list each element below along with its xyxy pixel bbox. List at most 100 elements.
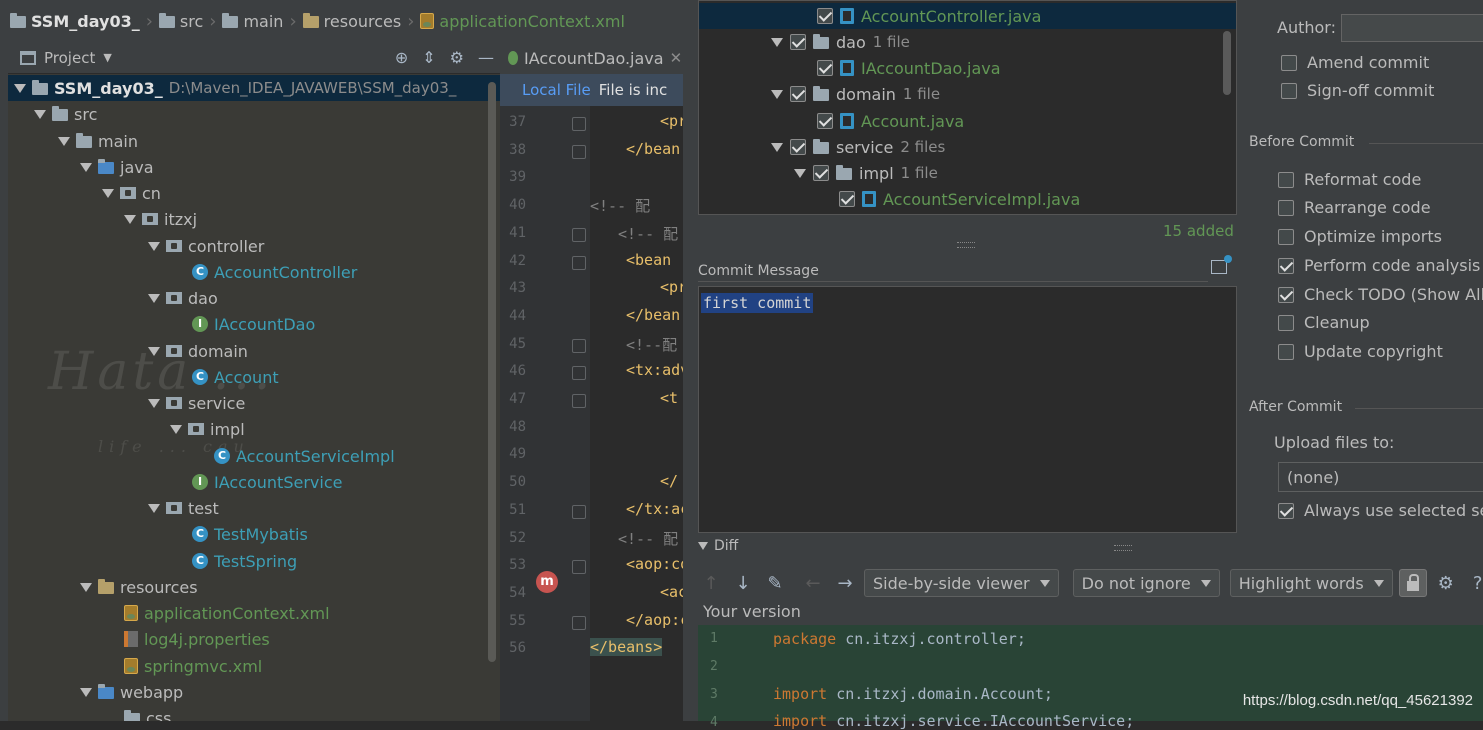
expand-arrow-icon[interactable] <box>14 83 26 93</box>
expand-arrow-icon[interactable] <box>771 142 783 152</box>
amend-commit-checkbox[interactable] <box>1281 54 1297 71</box>
change-checkbox[interactable] <box>790 34 806 50</box>
expand-arrow-icon[interactable] <box>80 582 92 592</box>
change-item[interactable]: impl 1 file <box>794 160 938 186</box>
tree-item-impl[interactable]: impl <box>170 416 245 442</box>
expand-arrow-icon[interactable] <box>148 503 160 513</box>
fold-marker-icon[interactable] <box>572 338 586 353</box>
change-item[interactable]: AccountServiceImpl.java <box>839 186 1080 212</box>
expand-arrow-icon[interactable] <box>771 89 783 99</box>
tree-item-webapp[interactable]: webapp <box>80 679 183 705</box>
change-item[interactable]: AccountController.java <box>699 3 1236 29</box>
change-checkbox[interactable] <box>817 60 833 76</box>
tree-item-java[interactable]: java <box>80 154 154 180</box>
lock-button[interactable] <box>1398 569 1427 597</box>
diff-header[interactable]: Diff <box>698 538 738 554</box>
expand-arrow-icon[interactable] <box>34 109 46 119</box>
change-checkbox[interactable] <box>817 113 833 129</box>
ignore-select[interactable]: Do not ignore <box>1072 569 1220 597</box>
change-item[interactable]: IAccountDao.java <box>817 55 1001 81</box>
fold-marker-icon[interactable] <box>572 255 586 270</box>
tree-item-service[interactable]: service <box>148 390 245 416</box>
expand-arrow-icon[interactable] <box>148 293 160 303</box>
fold-marker-icon[interactable] <box>572 560 586 575</box>
expand-arrow-icon[interactable] <box>102 188 114 198</box>
close-icon[interactable]: ✕ <box>670 49 683 67</box>
fold-marker-icon[interactable] <box>572 144 586 159</box>
gear-icon[interactable]: ⚙ <box>450 48 464 67</box>
breadcrumb-resources[interactable]: resources <box>297 12 408 31</box>
expand-arrow-icon[interactable] <box>148 241 160 251</box>
author-input[interactable] <box>1341 14 1483 42</box>
cleanup-checkbox[interactable] <box>1278 314 1294 331</box>
viewer-select[interactable]: Side-by-side viewer <box>864 569 1059 597</box>
locate-icon[interactable]: ⊕ <box>395 48 408 67</box>
optimize-imports-checkbox[interactable] <box>1278 228 1294 245</box>
change-checkbox[interactable] <box>813 165 829 181</box>
always-use-option[interactable]: Always use selected serv <box>1278 501 1483 520</box>
sign-off-checkbox[interactable] <box>1281 82 1297 99</box>
tree-item-testspring[interactable]: C TestSpring <box>192 548 297 574</box>
project-scrollbar[interactable] <box>488 82 496 662</box>
update-copyright-option[interactable]: Update copyright <box>1278 342 1443 361</box>
reformat-code-checkbox[interactable] <box>1278 171 1294 188</box>
change-item[interactable]: dao 1 file <box>771 29 910 55</box>
tree-item-cn[interactable]: cn <box>102 180 161 206</box>
breadcrumb-main[interactable]: main <box>216 12 289 31</box>
tree-item-src[interactable]: src <box>34 101 97 127</box>
expand-arrow-icon[interactable] <box>148 346 160 356</box>
tree-item-springmvc[interactable]: springmvc.xml <box>124 653 262 679</box>
arrow-left-icon[interactable]: ← <box>800 570 826 596</box>
tree-item-account[interactable]: C Account <box>192 364 279 390</box>
tree-item-test[interactable]: test <box>148 495 219 521</box>
tree-root[interactable]: SSM_day03_ D:\Maven_IDEA_JAVAWEB\SSM_day… <box>8 75 500 101</box>
upload-select[interactable]: (none) <box>1278 462 1483 492</box>
change-item[interactable]: Account.java <box>817 108 964 134</box>
breadcrumb-project[interactable]: SSM_day03_ <box>4 12 146 31</box>
check-todo-option[interactable]: Check TODO (Show All)C <box>1278 285 1483 304</box>
expand-arrow-icon[interactable] <box>771 37 783 47</box>
expand-arrow-icon[interactable] <box>80 687 92 697</box>
tree-item-accountserviceimpl[interactable]: C AccountServiceImpl <box>214 443 395 469</box>
update-copyright-checkbox[interactable] <box>1278 343 1294 360</box>
rearrange-code-option[interactable]: Rearrange code <box>1278 198 1431 217</box>
chevron-down-icon[interactable]: ▼ <box>103 51 111 64</box>
fold-marker-icon[interactable] <box>572 394 586 408</box>
rearrange-code-checkbox[interactable] <box>1278 199 1294 216</box>
sign-off-option[interactable]: Sign-off commit <box>1281 81 1434 100</box>
tree-item-log4j[interactable]: log4j.properties <box>124 626 270 652</box>
amend-commit-option[interactable]: Amend commit <box>1281 53 1429 72</box>
check-todo-checkbox[interactable] <box>1278 286 1294 303</box>
splitter-grip[interactable] <box>957 242 975 248</box>
fold-marker-icon[interactable] <box>572 366 586 381</box>
expand-arrow-icon[interactable] <box>170 424 182 434</box>
fold-marker-icon[interactable] <box>572 504 586 519</box>
message-history-icon[interactable] <box>1211 255 1232 274</box>
expand-arrow-icon[interactable] <box>124 214 136 224</box>
tree-item-iaccountdao[interactable]: I IAccountDao <box>192 311 315 337</box>
help-icon[interactable]: ? <box>1465 570 1483 596</box>
commit-message-input[interactable]: first commit <box>698 286 1237 533</box>
tree-item-testmybatis[interactable]: C TestMybatis <box>192 521 308 547</box>
arrow-up-icon[interactable]: ↑ <box>698 570 724 596</box>
tree-item-main[interactable]: main <box>58 128 138 154</box>
expand-arrow-icon[interactable] <box>794 168 806 178</box>
cleanup-option[interactable]: Cleanup <box>1278 313 1370 332</box>
perform-code-analysis-checkbox[interactable] <box>1278 257 1294 274</box>
arrow-right-icon[interactable]: → <box>832 570 858 596</box>
tree-item-domain[interactable]: domain <box>148 338 248 364</box>
tree-item-controller[interactable]: controller <box>148 233 264 259</box>
highlight-select[interactable]: Highlight words <box>1229 569 1393 597</box>
fold-marker-icon[interactable] <box>572 117 586 131</box>
expand-arrow-icon[interactable] <box>80 162 92 172</box>
edit-icon[interactable]: ✎ <box>762 570 788 596</box>
minimize-icon[interactable]: — <box>478 48 494 67</box>
change-item[interactable]: service 2 files <box>771 134 945 160</box>
changes-scrollbar[interactable] <box>1223 31 1231 95</box>
maven-icon[interactable]: m <box>536 571 558 593</box>
tree-item-iaccountservice[interactable]: I IAccountService <box>192 469 342 495</box>
project-view-selector[interactable]: Project <box>44 49 95 67</box>
change-checkbox[interactable] <box>839 191 855 207</box>
arrow-down-icon[interactable]: ↓ <box>730 570 756 596</box>
breadcrumb-file[interactable]: applicationContext.xml <box>414 12 631 31</box>
